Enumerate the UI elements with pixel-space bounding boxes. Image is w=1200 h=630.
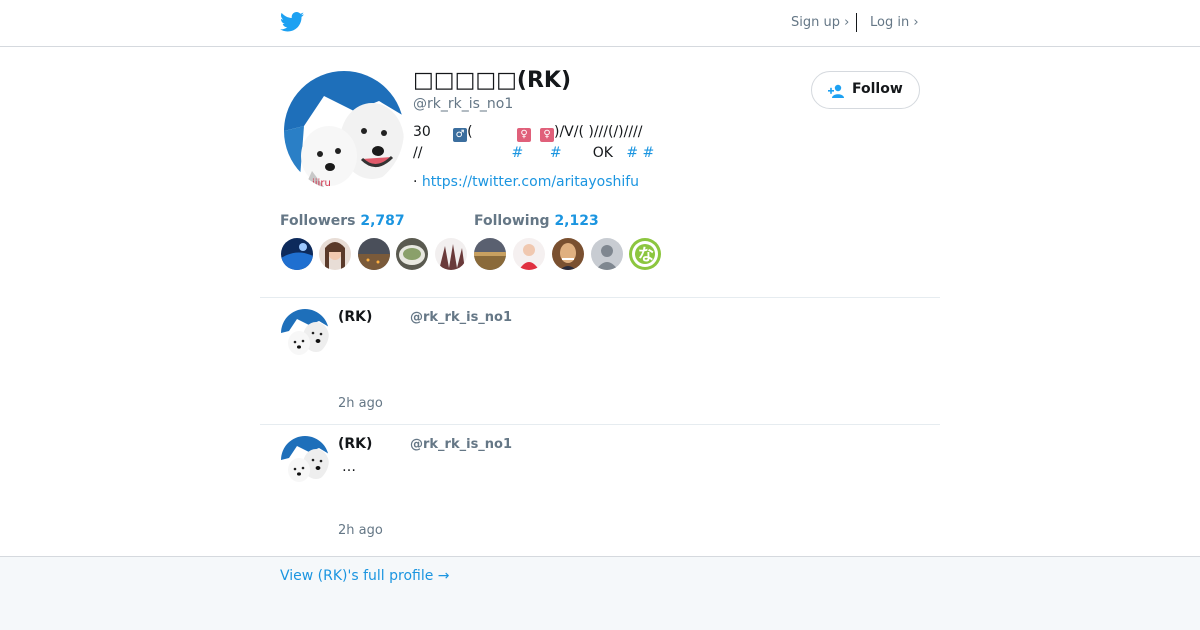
tweet-divider: [260, 424, 940, 425]
follower-avatar[interactable]: [435, 238, 467, 270]
follower-avatar[interactable]: [319, 238, 351, 270]
follower-avatar[interactable]: [552, 238, 584, 270]
followers-label: Followers: [280, 213, 356, 229]
svg-text:ijiru: ijiru: [312, 178, 331, 189]
tweet-divider: [260, 297, 940, 298]
following-count: 2,123: [554, 213, 599, 229]
male-sign-icon: ♂: [453, 128, 468, 142]
follower-avatar[interactable]: [396, 238, 428, 270]
tweet-text: …: [342, 459, 356, 475]
signup-link[interactable]: Sign up ›: [791, 15, 849, 30]
follow-button[interactable]: Follow: [811, 71, 920, 109]
bio-line-1: 30 ♂( ♀ ♀)/V/( )///(/)////: [413, 124, 643, 142]
hashtag-link[interactable]: #: [626, 145, 638, 161]
follower-avatar[interactable]: な: [629, 238, 661, 270]
followers-stat[interactable]: Followers 2,787: [280, 213, 405, 229]
tweet-timestamp[interactable]: 2h ago: [338, 523, 383, 538]
follower-avatar[interactable]: [591, 238, 623, 270]
bio-ok: OK: [592, 145, 613, 161]
url-bullet: ·: [413, 174, 418, 190]
add-user-icon: [828, 84, 844, 98]
bio-text: )/V/( )///(/)////: [553, 124, 643, 140]
tweet-author-handle[interactable]: @rk_rk_is_no1: [410, 310, 512, 325]
view-full-profile-link[interactable]: View (RK)'s full profile →: [280, 568, 450, 584]
followers-count: 2,787: [360, 213, 405, 229]
follower-avatar[interactable]: [474, 238, 506, 270]
profile-avatar[interactable]: ijiru: [284, 71, 404, 191]
following-label: Following: [474, 213, 550, 229]
female-sign-icon: ♀: [539, 128, 554, 142]
svg-text:な: な: [638, 245, 654, 264]
bio-age: 30: [413, 124, 431, 140]
profile-url-link[interactable]: https://twitter.com/aritayoshifu: [422, 174, 639, 190]
login-link[interactable]: Log in ›: [870, 15, 919, 30]
profile-url-row: · https://twitter.com/aritayoshifu: [413, 174, 639, 190]
follower-avatar[interactable]: [281, 238, 313, 270]
follower-avatar[interactable]: [358, 238, 390, 270]
profile-handle: @rk_rk_is_no1: [413, 96, 514, 112]
tweet-avatar[interactable]: [281, 309, 329, 357]
tweet-avatar[interactable]: [281, 436, 329, 484]
display-name: □□□□□(RK): [413, 68, 572, 93]
bio-slashes: //: [413, 145, 423, 161]
bio-paren: (: [467, 124, 473, 140]
hashtag-link[interactable]: #: [511, 145, 523, 161]
footer: View (RK)'s full profile →: [0, 556, 1200, 630]
follow-label: Follow: [852, 81, 903, 97]
following-stat[interactable]: Following 2,123: [474, 213, 599, 229]
tweet-timestamp[interactable]: 2h ago: [338, 396, 383, 411]
female-sign-icon: ♀: [517, 128, 532, 142]
top-bar: Sign up › Log in ›: [0, 0, 1200, 47]
twitter-bird-icon[interactable]: [280, 11, 304, 33]
bio-line-2: // # # OK # #: [413, 145, 654, 161]
nav-divider: [856, 13, 857, 32]
tweet-author-name[interactable]: (RK): [338, 309, 372, 325]
tweet-author-handle[interactable]: @rk_rk_is_no1: [410, 437, 512, 452]
hashtag-link[interactable]: #: [643, 145, 655, 161]
dog-photo-image: ijiru: [284, 71, 404, 191]
hashtag-link[interactable]: #: [550, 145, 562, 161]
tweet-author-name[interactable]: (RK): [338, 436, 372, 452]
follower-avatar[interactable]: [513, 238, 545, 270]
